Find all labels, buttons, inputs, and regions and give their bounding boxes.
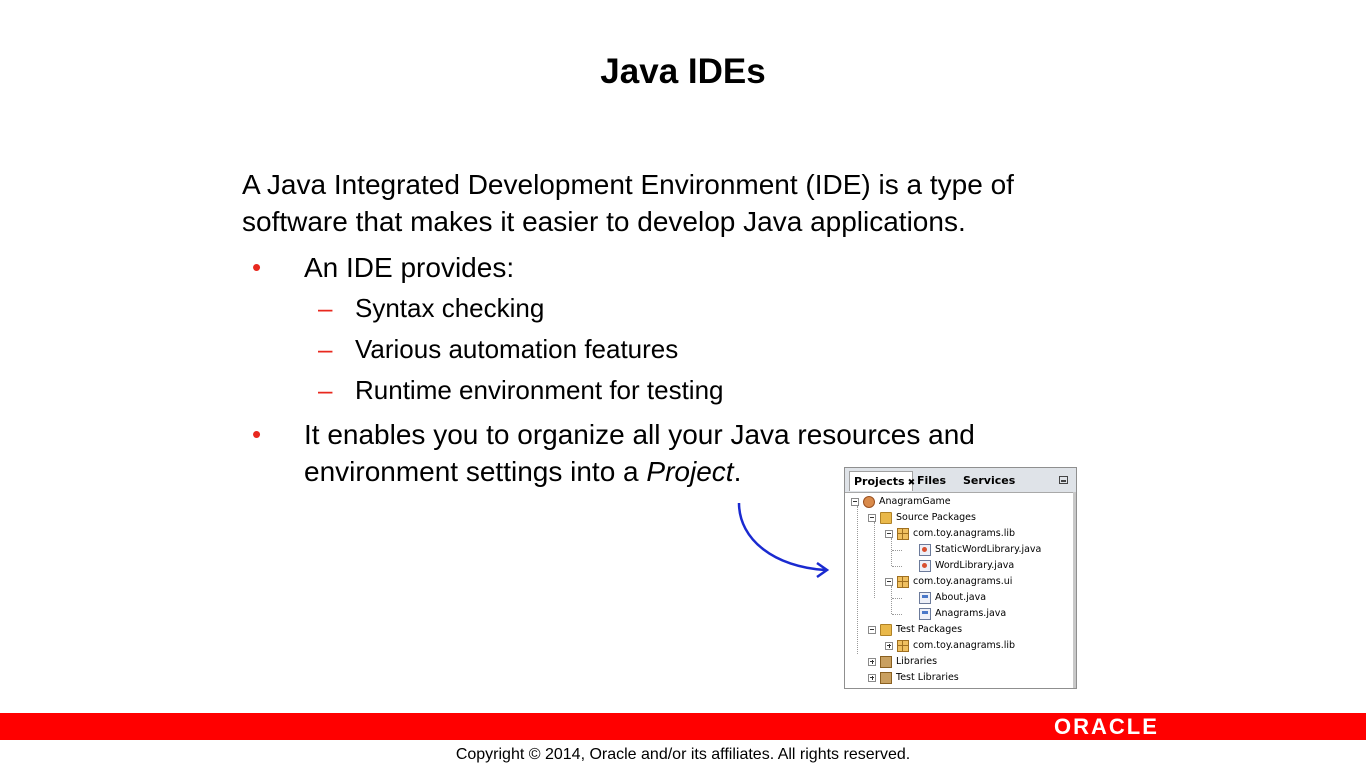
tab-label: Files <box>917 474 947 487</box>
tree-branch-line <box>892 550 902 551</box>
bullet-icon: • <box>252 419 262 449</box>
tree-node-label: Test Libraries <box>896 672 959 683</box>
tree-node-package-ui[interactable]: com.toy.anagrams.ui <box>885 574 1012 590</box>
tree-node-label: Test Packages <box>896 624 963 635</box>
panel-tab-bar: Projects ✖ Files Services <box>845 468 1076 493</box>
collapse-icon[interactable] <box>851 497 859 506</box>
tree-node-label: Source Packages <box>896 512 976 523</box>
intro-line-2: software that makes it easier to develop… <box>242 206 966 237</box>
sub-item-text: Syntax checking <box>355 293 545 323</box>
tree-branch-line <box>892 598 902 599</box>
tree-node-test-package-lib[interactable]: com.toy.anagrams.lib <box>885 638 1015 654</box>
arrow-curve <box>737 502 826 572</box>
scrollbar[interactable] <box>1073 492 1076 688</box>
tree-node-test-libraries[interactable]: Test Libraries <box>868 670 959 686</box>
folder-icon <box>880 511 892 524</box>
intro-line-1: A Java Integrated Development Environmen… <box>242 169 1014 200</box>
footer-red-bar <box>0 713 1366 740</box>
collapse-icon[interactable] <box>885 577 893 586</box>
tree-branch-line <box>892 614 902 615</box>
projects-panel: Projects ✖ Files Services AnagramGame Sou… <box>844 467 1077 689</box>
tree-node-label: Anagrams.java <box>935 608 1007 619</box>
pointer-arrow-icon <box>737 502 830 579</box>
tree-node-label: Libraries <box>896 656 938 667</box>
project-tree: AnagramGame Source Packages com.toy.anag… <box>845 494 1073 688</box>
tree-node-label: com.toy.anagrams.ui <box>913 576 1013 587</box>
project-icon <box>863 495 875 508</box>
tree-node-test-packages[interactable]: Test Packages <box>868 622 962 638</box>
sub-item-text: Runtime environment for testing <box>355 375 724 405</box>
sub-item-text: Various automation features <box>355 334 679 364</box>
tree-node-word-library[interactable]: WordLibrary.java <box>919 558 1014 574</box>
tree-node-label: com.toy.anagrams.lib <box>913 528 1016 539</box>
package-icon <box>897 527 909 540</box>
dash-icon: – <box>318 334 333 364</box>
bullet-icon: • <box>252 252 262 282</box>
project-term: Project <box>646 456 734 487</box>
bullet-line-2-prefix: environment settings into a <box>304 456 647 487</box>
tree-node-libraries[interactable]: Libraries <box>868 654 937 670</box>
tab-files[interactable]: Files <box>913 471 958 491</box>
expand-icon[interactable] <box>868 657 876 666</box>
copyright-text: Copyright © 2014, Oracle and/or its affi… <box>455 746 911 763</box>
tree-node-label: StaticWordLibrary.java <box>935 544 1042 555</box>
folder-icon <box>880 623 892 636</box>
tab-label: Services <box>963 474 1016 487</box>
form-file-icon <box>919 591 931 604</box>
expand-icon[interactable] <box>868 673 876 682</box>
tree-node-about[interactable]: About.java <box>919 590 986 606</box>
intro-paragraph: A Java Integrated Development Environmen… <box>242 166 1142 240</box>
java-file-icon <box>919 559 931 572</box>
library-icon <box>880 671 892 684</box>
oracle-logo: ORACLE <box>1054 714 1159 739</box>
minimize-icon[interactable] <box>1059 476 1068 484</box>
java-file-icon <box>919 543 931 556</box>
tree-node-label: com.toy.anagrams.lib <box>913 640 1016 651</box>
package-icon <box>897 639 909 652</box>
tree-guide-line <box>857 506 858 654</box>
tree-node-static-word-library[interactable]: StaticWordLibrary.java <box>919 542 1041 558</box>
package-icon <box>897 575 909 588</box>
library-icon <box>880 655 892 668</box>
tree-node-package-lib[interactable]: com.toy.anagrams.lib <box>885 526 1015 542</box>
tab-label: Projects <box>854 475 905 488</box>
collapse-icon[interactable] <box>868 513 876 522</box>
tree-node-project[interactable]: AnagramGame <box>851 494 951 510</box>
tab-projects[interactable]: Projects ✖ <box>849 471 915 491</box>
tree-node-anagrams[interactable]: Anagrams.java <box>919 606 1006 622</box>
collapse-icon[interactable] <box>885 529 893 538</box>
tree-guide-line <box>874 522 875 598</box>
tree-node-source-packages[interactable]: Source Packages <box>868 510 976 526</box>
tree-node-label: WordLibrary.java <box>935 560 1015 571</box>
bullet-text: An IDE provides: <box>304 252 515 283</box>
tree-branch-line <box>892 566 902 567</box>
tree-node-label: AnagramGame <box>879 496 951 507</box>
collapse-icon[interactable] <box>868 625 876 634</box>
tab-services[interactable]: Services <box>959 471 1019 491</box>
dash-icon: – <box>318 375 333 405</box>
tree-node-label: About.java <box>935 592 987 603</box>
expand-icon[interactable] <box>885 641 893 650</box>
form-file-icon <box>919 607 931 620</box>
tree-guide-line <box>891 586 892 614</box>
bullet-line-1: It enables you to organize all your Java… <box>304 419 975 450</box>
slide-title: Java IDEs <box>600 52 766 91</box>
bullet-line-2-suffix: . <box>733 456 742 487</box>
dash-icon: – <box>318 293 333 323</box>
tree-guide-line <box>891 538 892 566</box>
